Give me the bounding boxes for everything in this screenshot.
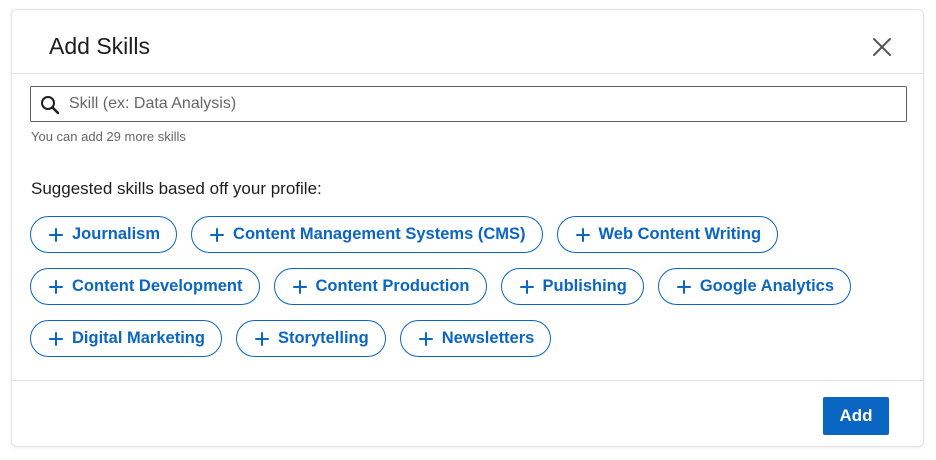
skill-chip-label: Storytelling — [277, 329, 369, 347]
skill-search-input[interactable] — [69, 87, 889, 121]
plus-icon — [254, 331, 269, 346]
skill-chip-label: Content Development — [72, 277, 243, 295]
skill-chip-storytelling[interactable]: Storytelling — [235, 320, 386, 357]
close-icon — [873, 38, 891, 56]
skill-chip-cms[interactable]: Content Management Systems (CMS) — [191, 216, 543, 253]
skill-chip-label: Journalism — [72, 225, 161, 243]
plus-icon — [519, 279, 534, 294]
skill-chip-label: Publishing — [542, 277, 627, 295]
skill-chip-google-analytics[interactable]: Google Analytics — [657, 268, 852, 305]
skill-chip-label: Google Analytics — [699, 277, 835, 295]
dialog-title: Add Skills — [49, 33, 150, 59]
skill-chip-newsletters[interactable]: Newsletters — [399, 320, 552, 357]
add-skills-dialog: Add Skills You can add 29 more skills Su… — [11, 9, 924, 447]
plus-icon — [575, 227, 590, 242]
suggested-skills-heading: Suggested skills based off your profile: — [31, 179, 322, 198]
skill-chip-web-content-writing[interactable]: Web Content Writing — [556, 216, 779, 253]
skill-chip-content-development[interactable]: Content Development — [30, 268, 260, 305]
search-icon — [41, 96, 60, 115]
add-button[interactable]: Add — [823, 397, 889, 435]
skill-chip-label: Digital Marketing — [72, 329, 205, 347]
skill-chip-publishing[interactable]: Publishing — [500, 268, 644, 305]
plus-icon — [418, 331, 433, 346]
plus-icon — [292, 279, 307, 294]
skill-chip-label: Newsletters — [441, 329, 535, 347]
plus-icon — [676, 279, 691, 294]
close-button[interactable] — [871, 36, 893, 58]
suggested-skills-list: Journalism Content Management Systems (C… — [30, 216, 910, 357]
skill-chip-label: Content Management Systems (CMS) — [233, 225, 526, 243]
remaining-skills-hint: You can add 29 more skills — [31, 129, 186, 144]
dialog-header: Add Skills — [12, 10, 923, 74]
skill-chip-content-production[interactable]: Content Production — [273, 268, 487, 305]
skill-search-field[interactable] — [30, 86, 907, 122]
skill-chip-journalism[interactable]: Journalism — [30, 216, 178, 253]
skill-chip-label: Web Content Writing — [598, 225, 762, 243]
plus-icon — [210, 227, 225, 242]
plus-icon — [49, 227, 63, 242]
skill-chip-label: Content Production — [315, 277, 470, 295]
plus-icon — [49, 279, 63, 294]
plus-icon — [49, 331, 63, 346]
dialog-footer: Add — [12, 380, 923, 447]
skill-chip-digital-marketing[interactable]: Digital Marketing — [30, 320, 222, 357]
